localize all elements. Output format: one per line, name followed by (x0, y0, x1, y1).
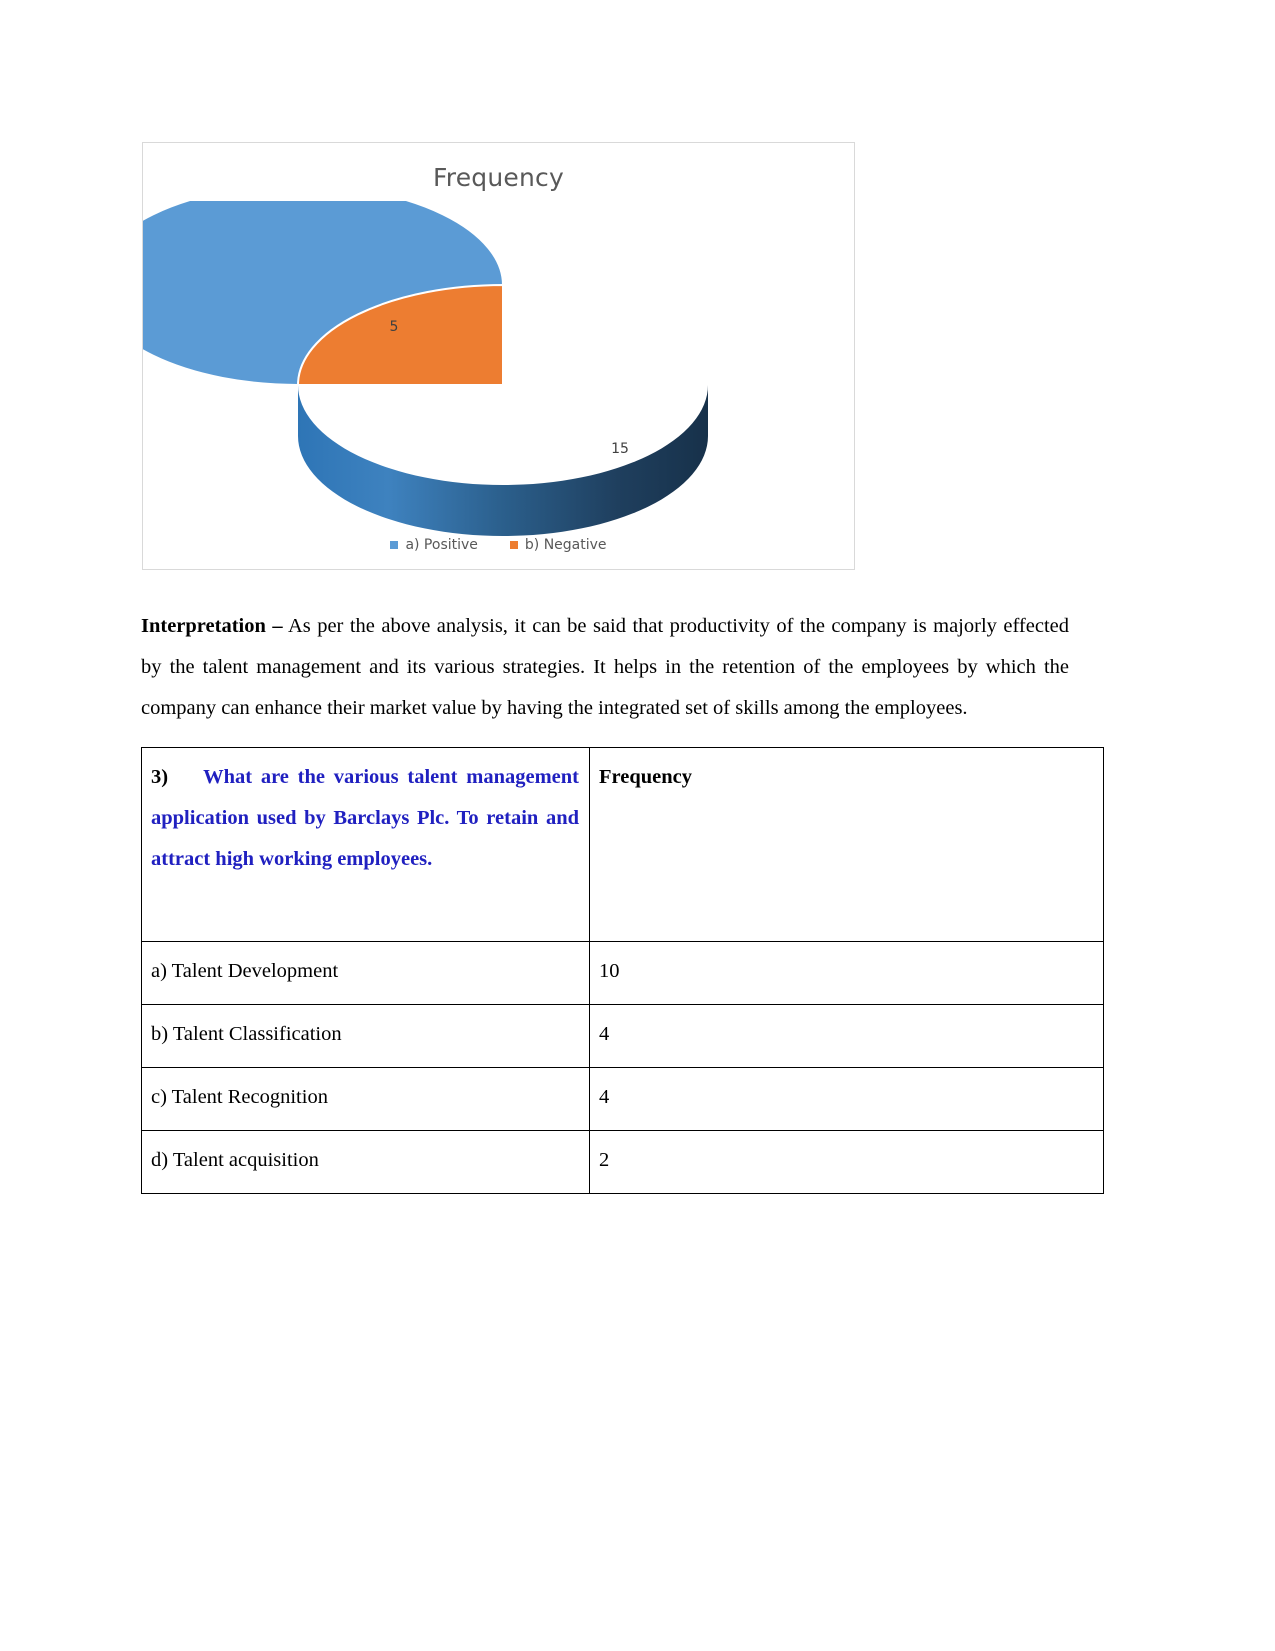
frequency-cell: 10 (589, 941, 1104, 1005)
interpretation-heading: Interpretation – (141, 614, 283, 637)
table-header-row: 3) What are the various talent managemen… (141, 747, 1104, 942)
legend-item-positive[interactable]: a) Positive (390, 537, 478, 553)
frequency-header-cell: Frequency (589, 747, 1104, 942)
pie-3d-svg: 5 15 (143, 201, 708, 536)
frequency-cell: 2 (589, 1130, 1104, 1194)
frequency-cell: 4 (589, 1004, 1104, 1068)
question-text: What are the various talent management a… (151, 766, 579, 870)
legend-item-negative[interactable]: b) Negative (509, 537, 607, 553)
pie-chart-container: Frequency 5 15 a) Positive b) Negative (142, 142, 855, 570)
pie-label-positive: 15 (611, 441, 629, 457)
pie-chart-graphic: 5 15 (143, 201, 856, 541)
option-cell: b) Talent Classification (141, 1004, 590, 1068)
chart-legend: a) Positive b) Negative (143, 537, 854, 553)
table-row: d) Talent acquisition 2 (141, 1130, 1104, 1194)
table-row: a) Talent Development 10 (141, 941, 1104, 1005)
pie-label-negative: 5 (390, 319, 399, 335)
question-cell: 3) What are the various talent managemen… (141, 747, 590, 942)
question-number: 3) (151, 766, 169, 788)
legend-swatch-icon-positive (390, 541, 399, 549)
legend-label-negative: b) Negative (524, 537, 607, 553)
table-row: b) Talent Classification 4 (141, 1004, 1104, 1068)
interpretation-paragraph: Interpretation – As per the above analys… (141, 606, 1069, 729)
legend-swatch-icon-negative (509, 541, 518, 549)
frequency-cell: 4 (589, 1067, 1104, 1131)
table-row: c) Talent Recognition 4 (141, 1067, 1104, 1131)
option-cell: d) Talent acquisition (141, 1130, 590, 1194)
option-cell: a) Talent Development (141, 941, 590, 1005)
question-frequency-table: 3) What are the various talent managemen… (141, 747, 1104, 1194)
pie-depth-side (298, 385, 708, 536)
chart-title: Frequency (433, 163, 564, 192)
option-cell: c) Talent Recognition (141, 1067, 590, 1131)
legend-label-positive: a) Positive (405, 537, 478, 553)
